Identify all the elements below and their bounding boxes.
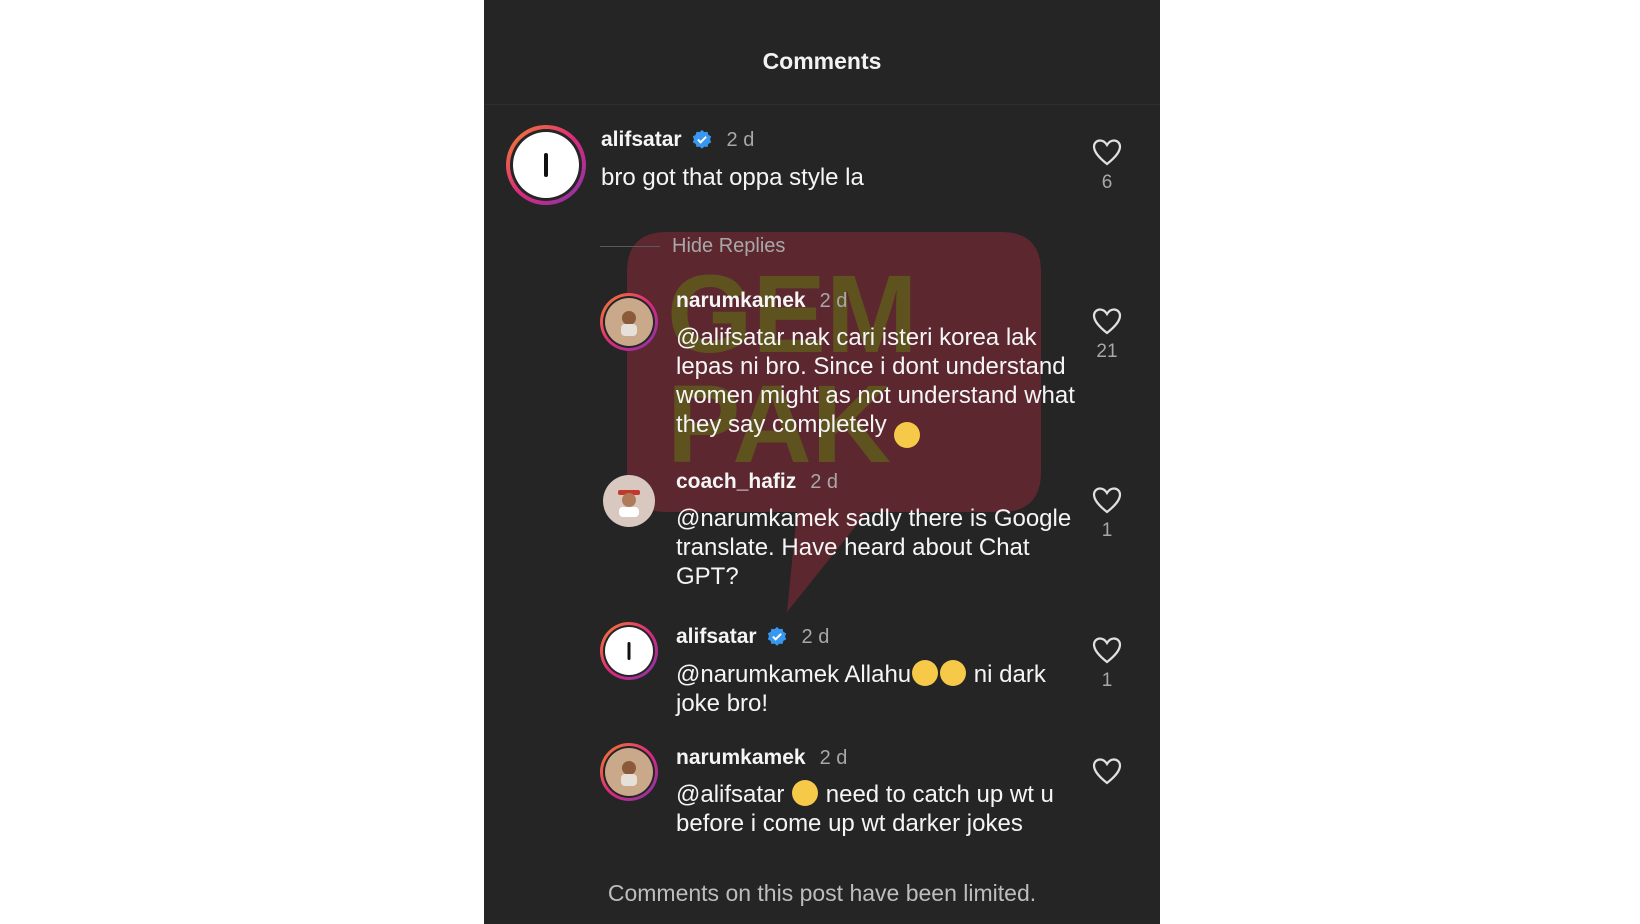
avatar[interactable] xyxy=(506,125,586,205)
reply-username[interactable]: alifsatar xyxy=(676,625,757,649)
like-count: 1 xyxy=(1101,670,1113,691)
like-count: 6 xyxy=(1101,172,1113,193)
reply-username[interactable]: narumkamek xyxy=(676,746,806,770)
comments-sheet: Comments GEM PAK alifsatar 2 d bro got t… xyxy=(484,0,1160,924)
reply-timestamp: 2 d xyxy=(801,625,830,648)
avatar[interactable] xyxy=(600,622,658,680)
like-button[interactable] xyxy=(1087,757,1127,785)
grinning-emoji-icon xyxy=(940,660,967,686)
reply-text: @alifsatar nak cari isteri korea lak lep… xyxy=(676,323,1076,448)
reply-text: @alifsatar need to catch up wt u before … xyxy=(676,780,1076,838)
reply-username[interactable]: coach_hafiz xyxy=(676,470,796,494)
like-count: 21 xyxy=(1096,341,1118,362)
avatar[interactable] xyxy=(600,293,658,351)
heart-icon xyxy=(1092,487,1122,514)
divider xyxy=(600,246,660,247)
reply-timestamp: 2 d xyxy=(819,289,848,312)
hide-replies-button[interactable]: Hide Replies xyxy=(600,235,785,258)
like-button[interactable]: 21 xyxy=(1087,307,1127,363)
like-button[interactable]: 6 xyxy=(1087,138,1127,194)
comments-limited-notice: Comments on this post have been limited. xyxy=(607,880,1037,906)
heart-icon xyxy=(1092,308,1122,335)
verified-badge-icon xyxy=(767,626,786,646)
reply-timestamp: 2 d xyxy=(819,746,848,769)
comment-timestamp: 2 d xyxy=(726,128,755,151)
reply-text-before: @narumkamek Allahu xyxy=(676,661,912,688)
verified-badge-icon xyxy=(692,129,711,149)
alif-letter-icon xyxy=(544,153,548,177)
reply-text-before: @alifsatar xyxy=(676,781,792,808)
reply-timestamp: 2 d xyxy=(810,470,839,493)
user-photo-icon xyxy=(621,311,637,336)
avatar[interactable] xyxy=(600,472,658,530)
comment-username[interactable]: alifsatar xyxy=(601,128,682,152)
comment-text: bro got that oppa style la xyxy=(601,164,864,191)
reply-username[interactable]: narumkamek xyxy=(676,289,806,313)
heart-icon xyxy=(1092,637,1122,664)
like-count: 1 xyxy=(1101,520,1113,541)
heart-icon xyxy=(1092,758,1122,785)
comments-header: Comments xyxy=(484,0,1160,105)
user-photo-icon xyxy=(618,490,640,517)
reply-text-body: @alifsatar nak cari isteri korea lak lep… xyxy=(676,324,1075,438)
grinning-emoji-icon xyxy=(912,660,939,686)
user-photo-icon xyxy=(621,761,637,786)
like-button[interactable]: 1 xyxy=(1087,636,1127,692)
emoji-peek-icon: 🫣 xyxy=(894,422,921,448)
page-title: Comments xyxy=(762,48,882,74)
reply-text: @narumkamek Allahu ni dark joke bro! xyxy=(676,660,1076,718)
heart-icon xyxy=(1092,139,1122,166)
hide-replies-label: Hide Replies xyxy=(672,235,786,257)
grinning-emoji-icon xyxy=(792,780,819,806)
reply-text: @narumkamek sadly there is Google transl… xyxy=(676,505,1072,590)
avatar[interactable] xyxy=(600,743,658,801)
alif-letter-icon xyxy=(627,642,631,660)
like-button[interactable]: 1 xyxy=(1087,486,1127,542)
